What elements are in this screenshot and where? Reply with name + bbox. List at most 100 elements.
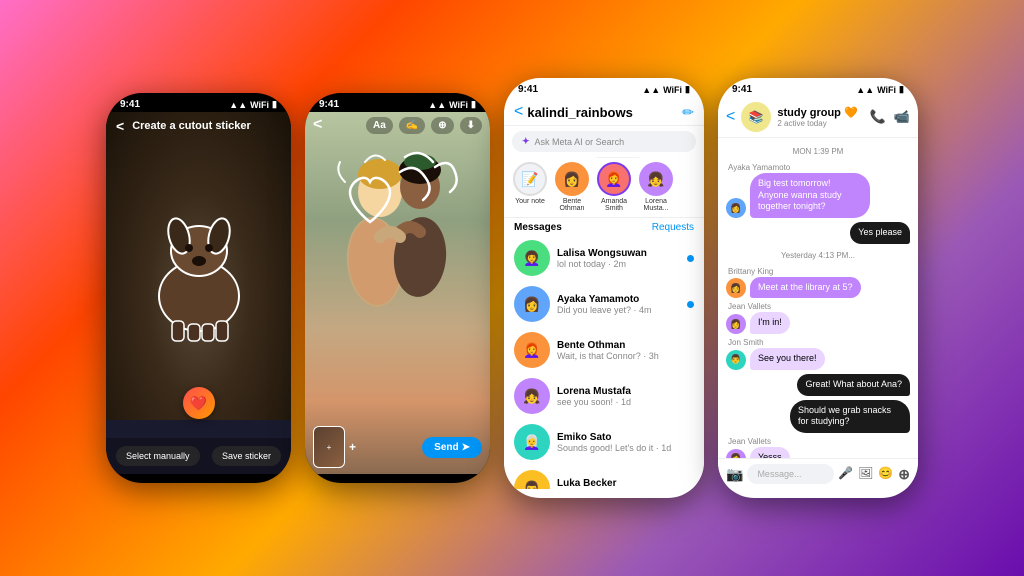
camera-icon[interactable]: 📷 [726,466,743,483]
edit-icon[interactable]: ✏ [682,104,694,121]
story-lorena[interactable]: 👧 Lorena Musta... [638,162,674,212]
ayaka-bubble: Big test tomorrow! Anyone wanna study to… [750,173,870,218]
jean-1-bubble: I'm in! [750,312,790,334]
ayaka-avatar: 👩 [514,286,550,322]
text-tool[interactable]: Aa [366,117,393,134]
requests-link[interactable]: Requests [652,222,694,233]
battery-icon-4: ▮ [899,84,904,95]
jon-avatar: 👨 [726,350,746,370]
chat-actions: 📞 📹 [870,109,910,125]
story-thumbnails: + + [313,426,356,468]
ayaka-preview: Did you leave yet? · 4m [557,305,680,315]
wifi-icon-2: WiFi [449,100,468,110]
phone1-header: < Create a cutout sticker [106,112,291,140]
bente-preview: Wait, is that Connor? · 3h [557,351,694,361]
back-icon-1[interactable]: < [116,118,124,134]
phone-messages-list: 9:41 ▲▲ WiFi ▮ < kalindi_rainbows ✏ ✦ As… [504,78,704,498]
brittany-bubble: Meet at the library at 5? [750,277,861,299]
chat-input-row: 📷 Message... 🎤 🖼 😊 ⊕ [718,458,918,489]
header-left: < kalindi_rainbows [514,103,633,121]
chat-input-icons: 🎤 🖼 😊 ⊕ [838,466,910,483]
snacks-bubble: Should we grab snacks for studying? [790,400,910,433]
video-button[interactable]: 📹 [894,109,910,125]
message-placeholder: Message... [757,469,801,479]
lorena-avatar-2: 👧 [514,378,550,414]
note-label: Your note [515,198,545,205]
great-ana-row: Great! What about Ana? [726,374,910,396]
lorena-info: Lorena Mustafa see you soon! · 1d [557,386,694,407]
story-row: 📝 Your note 👩 Bente Othman 👩‍🦰 What a gr… [504,157,704,218]
emoji-icon[interactable]: 😊 [878,466,893,483]
jean-2-bubble-row: 👩 Yesss [726,447,910,458]
time-divider-2: Yesterday 4:13 PM... [726,251,910,260]
section-title: Messages [514,222,562,233]
story-amanda[interactable]: 👩‍🦰 What a great day Amanda Smith [596,162,632,212]
ayaka-info: Ayaka Yamamoto Did you leave yet? · 4m [557,294,680,315]
status-bar-2: 9:41 ▲▲ WiFi ▮ [305,93,490,112]
time-divider-1: MON 1:39 PM [726,147,910,156]
status-icons-3: ▲▲ WiFi ▮ [642,84,690,95]
msg-emiko[interactable]: 👩‍🦳 Emiko Sato Sounds good! Let's do it … [504,419,704,465]
time-3: 9:41 [518,84,538,95]
phone-group-chat: 9:41 ▲▲ WiFi ▮ < 📚 study group 🧡 2 activ… [718,78,918,498]
unread-dot-0 [687,255,694,262]
send-button[interactable]: Send ➤ [422,437,482,458]
plus-icon[interactable]: ⊕ [898,466,910,483]
bente-label: Bente Othman [554,198,590,212]
lalisa-info: Lalisa Wongsuwan lol not today · 2m [557,248,680,269]
note-avatar: 📝 [513,162,547,196]
signal-icon-4: ▲▲ [856,85,874,95]
jon-bubble: See you there! [750,348,825,370]
send-arrow: ➤ [462,442,470,453]
battery-icon-1: ▮ [272,99,277,110]
search-placeholder: Ask Meta AI or Search [535,137,625,147]
luka-preview: that's awesome! · 3d [557,489,694,490]
back-icon-3[interactable]: < [514,103,523,121]
back-icon-2[interactable]: < [313,116,322,134]
luka-name: Luka Becker [557,478,694,489]
ayaka-chat-avatar: 👩 [726,198,746,218]
image-icon[interactable]: 🖼 [858,466,873,483]
emiko-name: Emiko Sato [557,432,694,443]
add-to-story[interactable]: + [349,440,356,454]
brittany-sender: Brittany King [728,267,910,276]
story-bente[interactable]: 👩 Bente Othman [554,162,590,212]
dog-background: ❤️ [106,112,291,474]
messages-section: Messages Requests 👩‍🦱 Lalisa Wongsuwan l… [504,218,704,489]
luka-info: Luka Becker that's awesome! · 3d [557,478,694,490]
brittany-avatar: 👩 [726,278,746,298]
status-bar-1: 9:41 ▲▲ WiFi ▮ [106,93,291,112]
lalisa-name: Lalisa Wongsuwan [557,248,680,259]
msg-ayaka[interactable]: 👩 Ayaka Yamamoto Did you leave yet? · 4m [504,281,704,327]
download-tool[interactable]: ⬇ [460,117,482,134]
battery-icon-2: ▮ [471,99,476,110]
phone2-content: < Aa ✍ ⊕ ⬇ + + Send ➤ [305,112,490,474]
story-note[interactable]: 📝 Your note [512,162,548,212]
unread-dot-1 [687,301,694,308]
ai-search-bar[interactable]: ✦ Ask Meta AI or Search [512,131,696,152]
message-input[interactable]: Message... [747,464,834,484]
msg-luka[interactable]: 👨 Luka Becker that's awesome! · 3d [504,465,704,489]
time-4: 9:41 [732,84,752,95]
status-bar-3: 9:41 ▲▲ WiFi ▮ [504,78,704,97]
msg-lorena[interactable]: 👧 Lorena Mustafa see you soon! · 1d [504,373,704,419]
mic-icon[interactable]: 🎤 [838,466,853,483]
back-icon-4[interactable]: < [726,108,735,126]
tool-buttons: Aa ✍ ⊕ ⬇ [366,117,482,134]
lorena-name: Lorena Mustafa [557,386,694,397]
select-manually-button[interactable]: Select manually [116,446,200,466]
amanda-label: Amanda Smith [596,198,632,212]
group-sub: 2 active today [777,119,863,128]
save-sticker-button[interactable]: Save sticker [212,446,281,466]
bente-avatar-2: 👩‍🦰 [514,332,550,368]
signal-icon-2: ▲▲ [428,100,446,110]
call-button[interactable]: 📞 [870,109,886,125]
msg-lalisa[interactable]: 👩‍🦱 Lalisa Wongsuwan lol not today · 2m [504,235,704,281]
story-thumb-1[interactable]: + [313,426,345,468]
brittany-bubble-row: 👩 Meet at the library at 5? [726,277,910,299]
lorena-preview: see you soon! · 1d [557,397,694,407]
msg-bente[interactable]: 👩‍🦰 Bente Othman Wait, is that Connor? ·… [504,327,704,373]
emiko-preview: Sounds good! Let's do it · 1d [557,443,694,453]
draw-tool[interactable]: ✍ [399,117,425,134]
sticker-tool[interactable]: ⊕ [431,117,453,134]
